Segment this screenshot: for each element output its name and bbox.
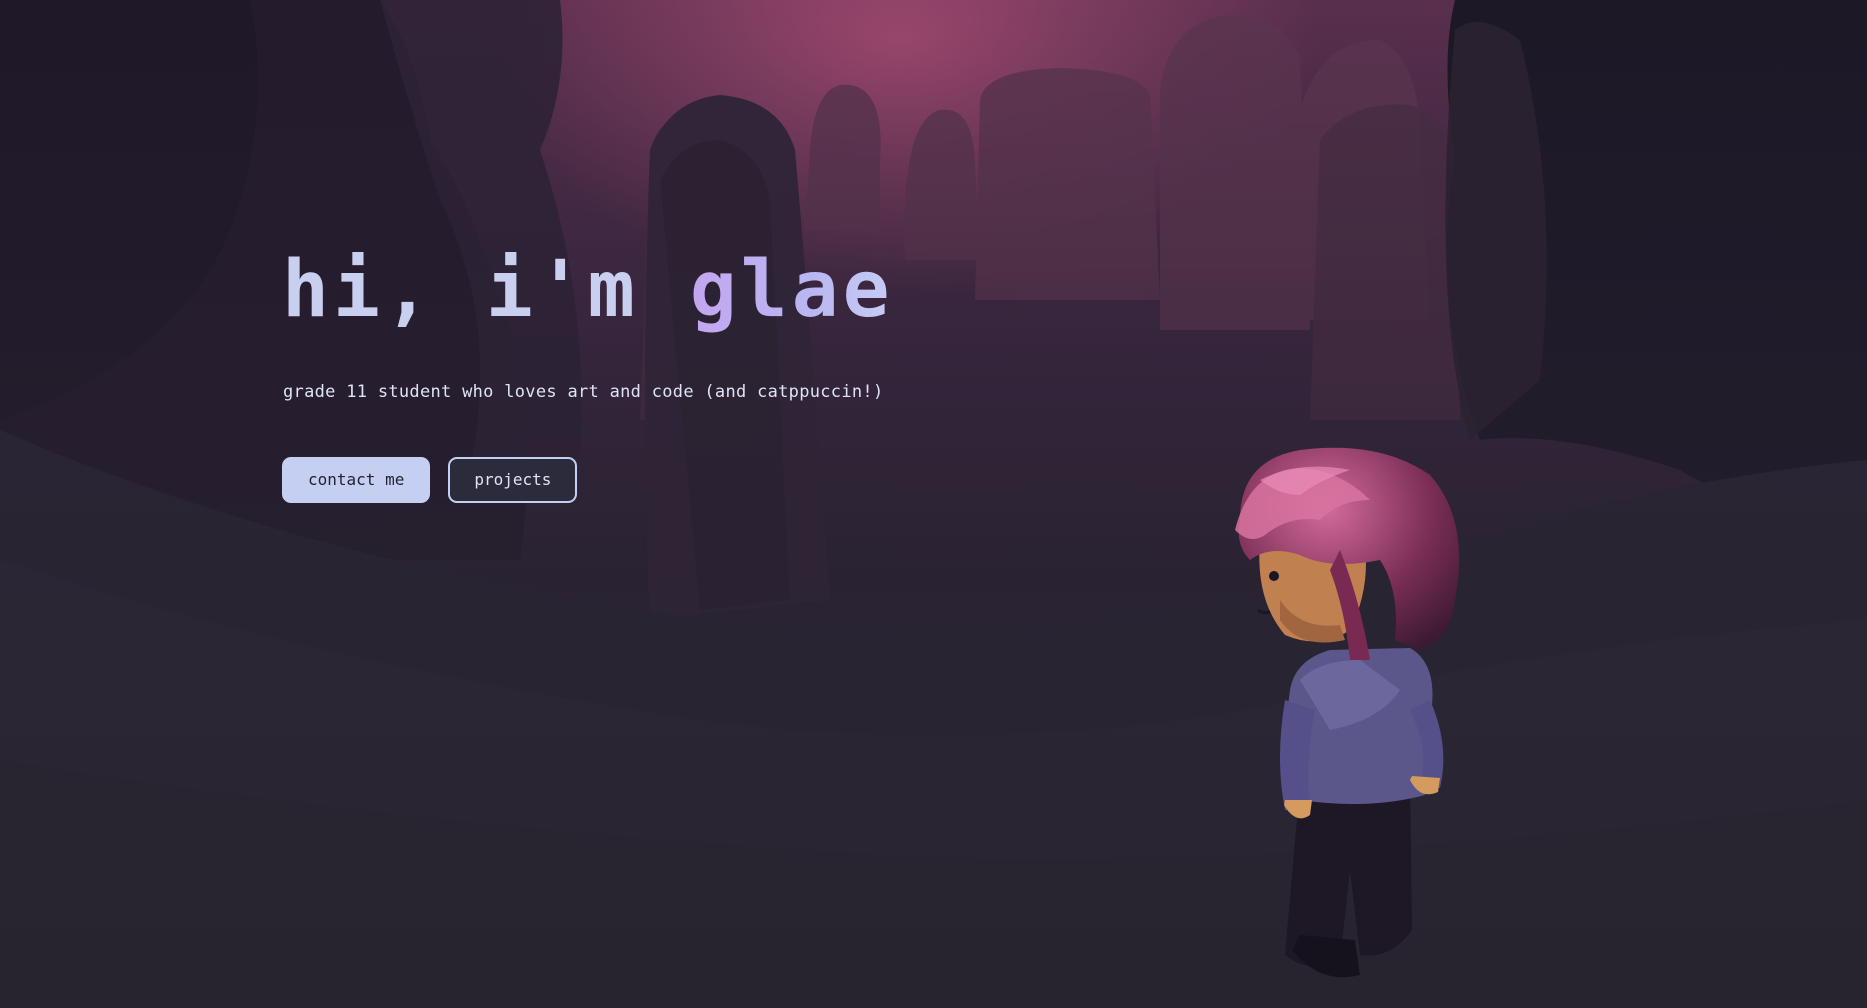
hero-section: hi, i'm glae grade 11 student who loves … (0, 0, 1867, 1008)
title-prefix: hi, i'm (282, 245, 690, 335)
hero-subtitle: grade 11 student who loves art and code … (283, 381, 884, 402)
hero-title: hi, i'm glae (282, 249, 894, 332)
projects-button[interactable]: projects (448, 456, 578, 503)
title-name: glae (689, 245, 894, 335)
hero-actions: contact me projects (282, 456, 894, 503)
contact-me-button[interactable]: contact me (282, 456, 431, 503)
hero-content: hi, i'm glae grade 11 student who loves … (282, 249, 894, 503)
background-illustration (0, 0, 1867, 1008)
